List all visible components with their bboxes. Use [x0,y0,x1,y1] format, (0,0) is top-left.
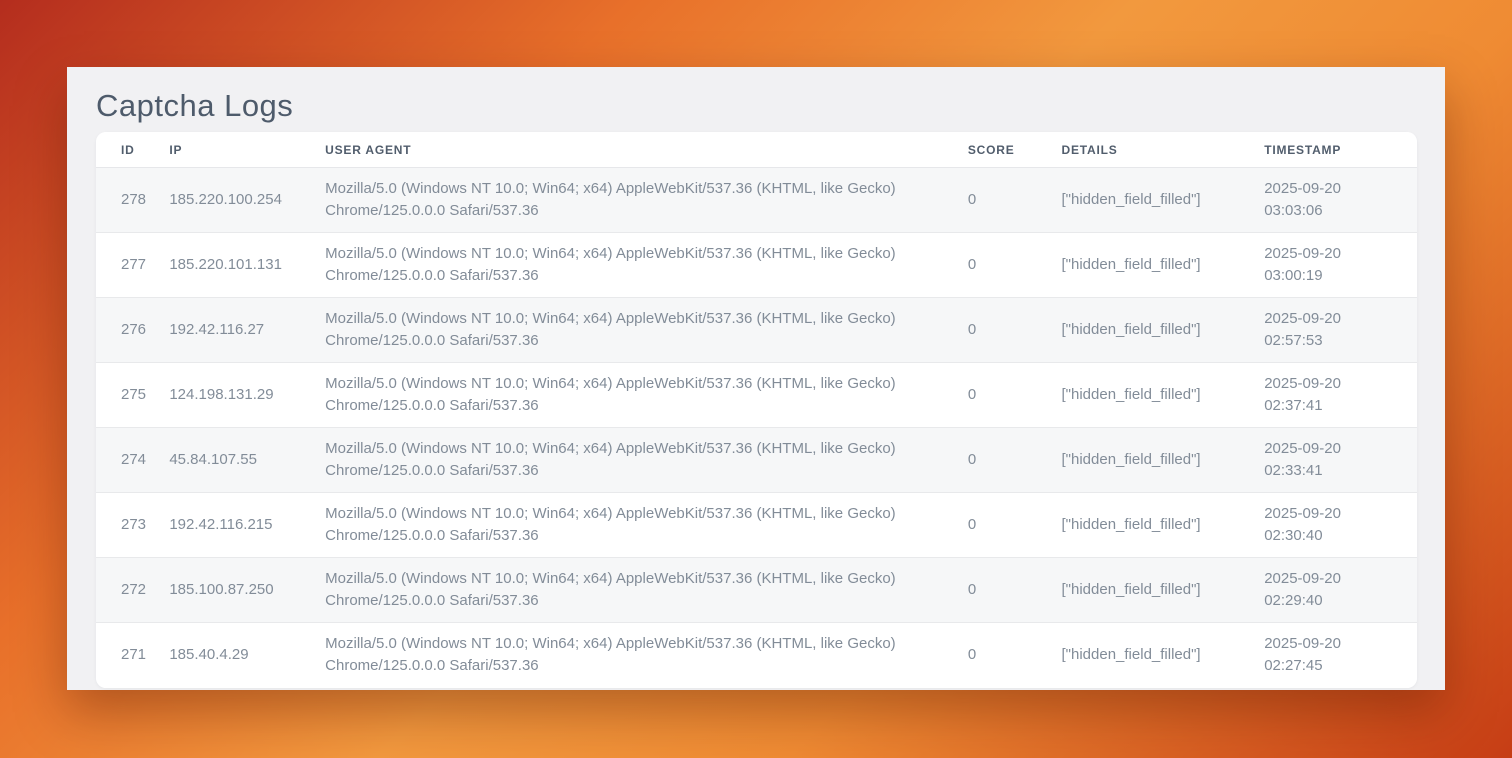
cell-ip: 185.220.100.254 [169,168,325,233]
cell-ip: 124.198.131.29 [169,363,325,428]
cell-ip: 185.100.87.250 [169,558,325,623]
cell-ip: 192.42.116.215 [169,493,325,558]
captcha-logs-card: Captcha Logs ID IP USER AGENT SCORE DETA… [67,67,1445,690]
cell-timestamp: 2025-09-20 03:00:19 [1264,233,1417,298]
cell-id: 273 [96,493,169,558]
cell-id: 271 [96,623,169,688]
cell-score: 0 [968,233,1062,298]
cell-details: ["hidden_field_filled"] [1062,493,1265,558]
cell-user-agent: Mozilla/5.0 (Windows NT 10.0; Win64; x64… [325,363,968,428]
cell-ip: 45.84.107.55 [169,428,325,493]
table-row: 274 45.84.107.55 Mozilla/5.0 (Windows NT… [96,428,1417,493]
cell-timestamp: 2025-09-20 03:03:06 [1264,168,1417,233]
cell-details: ["hidden_field_filled"] [1062,558,1265,623]
cell-score: 0 [968,298,1062,363]
cell-timestamp: 2025-09-20 02:27:45 [1264,623,1417,688]
page-title: Captcha Logs [96,87,1417,125]
cell-timestamp: 2025-09-20 02:33:41 [1264,428,1417,493]
table-row: 271 185.40.4.29 Mozilla/5.0 (Windows NT … [96,623,1417,688]
cell-details: ["hidden_field_filled"] [1062,298,1265,363]
cell-score: 0 [968,168,1062,233]
column-header-timestamp: TIMESTAMP [1264,132,1417,168]
cell-score: 0 [968,493,1062,558]
cell-details: ["hidden_field_filled"] [1062,233,1265,298]
table-row: 272 185.100.87.250 Mozilla/5.0 (Windows … [96,558,1417,623]
cell-id: 275 [96,363,169,428]
cell-details: ["hidden_field_filled"] [1062,623,1265,688]
cell-id: 272 [96,558,169,623]
cell-ip: 185.220.101.131 [169,233,325,298]
table-row: 276 192.42.116.27 Mozilla/5.0 (Windows N… [96,298,1417,363]
column-header-id: ID [96,132,169,168]
cell-id: 278 [96,168,169,233]
cell-id: 277 [96,233,169,298]
page-background: { "page": { "title": "Captcha Logs" }, "… [0,0,1512,758]
cell-score: 0 [968,363,1062,428]
cell-ip: 185.40.4.29 [169,623,325,688]
table-body: 278 185.220.100.254 Mozilla/5.0 (Windows… [96,168,1417,688]
cell-user-agent: Mozilla/5.0 (Windows NT 10.0; Win64; x64… [325,233,968,298]
table-row: 273 192.42.116.215 Mozilla/5.0 (Windows … [96,493,1417,558]
table-header: ID IP USER AGENT SCORE DETAILS TIMESTAMP [96,132,1417,168]
cell-user-agent: Mozilla/5.0 (Windows NT 10.0; Win64; x64… [325,168,968,233]
cell-score: 0 [968,558,1062,623]
cell-score: 0 [968,623,1062,688]
cell-ip: 192.42.116.27 [169,298,325,363]
cell-timestamp: 2025-09-20 02:57:53 [1264,298,1417,363]
column-header-details: DETAILS [1062,132,1265,168]
cell-user-agent: Mozilla/5.0 (Windows NT 10.0; Win64; x64… [325,428,968,493]
column-header-user-agent: USER AGENT [325,132,968,168]
table-row: 275 124.198.131.29 Mozilla/5.0 (Windows … [96,363,1417,428]
cell-details: ["hidden_field_filled"] [1062,168,1265,233]
table-row: 278 185.220.100.254 Mozilla/5.0 (Windows… [96,168,1417,233]
cell-user-agent: Mozilla/5.0 (Windows NT 10.0; Win64; x64… [325,558,968,623]
captcha-logs-table: ID IP USER AGENT SCORE DETAILS TIMESTAMP… [96,132,1417,688]
cell-timestamp: 2025-09-20 02:29:40 [1264,558,1417,623]
table-row: 277 185.220.101.131 Mozilla/5.0 (Windows… [96,233,1417,298]
cell-timestamp: 2025-09-20 02:37:41 [1264,363,1417,428]
column-header-ip: IP [169,132,325,168]
cell-timestamp: 2025-09-20 02:30:40 [1264,493,1417,558]
cell-score: 0 [968,428,1062,493]
cell-details: ["hidden_field_filled"] [1062,363,1265,428]
cell-user-agent: Mozilla/5.0 (Windows NT 10.0; Win64; x64… [325,298,968,363]
table-header-row: ID IP USER AGENT SCORE DETAILS TIMESTAMP [96,132,1417,168]
captcha-logs-table-container: ID IP USER AGENT SCORE DETAILS TIMESTAMP… [96,132,1417,688]
cell-user-agent: Mozilla/5.0 (Windows NT 10.0; Win64; x64… [325,493,968,558]
cell-details: ["hidden_field_filled"] [1062,428,1265,493]
cell-id: 274 [96,428,169,493]
column-header-score: SCORE [968,132,1062,168]
cell-id: 276 [96,298,169,363]
cell-user-agent: Mozilla/5.0 (Windows NT 10.0; Win64; x64… [325,623,968,688]
